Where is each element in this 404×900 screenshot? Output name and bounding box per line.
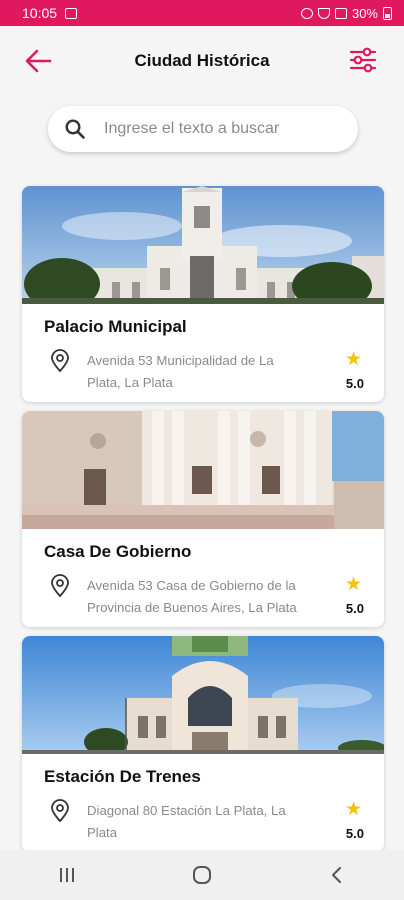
wifi-icon <box>317 7 330 19</box>
chevron-left-icon <box>331 867 341 883</box>
place-name: Estación De Trenes <box>44 767 201 786</box>
back-nav-button[interactable] <box>307 855 367 895</box>
notification-icon <box>65 7 78 19</box>
location-pin-icon <box>51 574 69 598</box>
signal-icon <box>334 7 347 19</box>
recent-apps-icon <box>60 868 75 882</box>
place-rating: 5.0 <box>345 601 364 616</box>
system-nav-bar <box>0 850 404 900</box>
location-pin-icon <box>51 349 69 373</box>
place-card[interactable]: Casa De Gobierno Avenida 53 Casa de Gobi… <box>22 411 384 627</box>
search-bar <box>48 106 358 152</box>
place-name: Casa De Gobierno <box>44 542 192 561</box>
place-address: Avenida 53 Casa de Gobierno de la Provin… <box>87 578 297 615</box>
star-icon: ★ <box>344 574 362 595</box>
place-card[interactable]: Estación De Trenes Diagonal 80 Estación … <box>22 636 384 852</box>
alarm-icon <box>300 7 313 19</box>
place-photo <box>22 411 384 529</box>
star-icon: ★ <box>344 799 362 820</box>
app-header: Ciudad Histórica <box>0 26 404 96</box>
place-address: Diagonal 80 Estación La Plata, La Plata <box>87 803 286 840</box>
place-name: Palacio Municipal <box>44 317 187 336</box>
location-pin-icon <box>51 799 69 823</box>
search-icon <box>65 119 85 139</box>
star-icon: ★ <box>344 349 362 370</box>
place-rating: 5.0 <box>345 376 364 391</box>
arrow-left-icon <box>25 49 52 73</box>
search-input[interactable] <box>104 120 334 138</box>
home-icon <box>192 866 211 884</box>
back-button[interactable] <box>22 46 54 76</box>
filter-button[interactable] <box>348 45 378 75</box>
status-time: 10:05 <box>22 5 58 21</box>
battery-percent: 30% <box>351 5 378 21</box>
place-address: Avenida 53 Municipalidad de La Plata, La… <box>87 353 274 390</box>
home-button[interactable] <box>172 855 232 895</box>
status-bar: 10:05 30% <box>0 0 404 26</box>
place-card[interactable]: Palacio Municipal Avenida 53 Municipalid… <box>22 186 384 402</box>
recent-apps-button[interactable] <box>37 855 97 895</box>
page-title: Ciudad Histórica <box>134 51 270 70</box>
battery-icon <box>383 6 392 20</box>
place-photo <box>22 636 384 754</box>
place-photo <box>22 186 384 304</box>
place-rating: 5.0 <box>345 826 364 841</box>
sliders-icon <box>349 47 377 73</box>
